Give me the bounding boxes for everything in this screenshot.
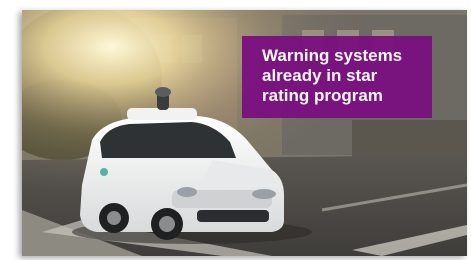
caption-line-1: Warning systems (262, 46, 403, 65)
caption-box: Warning systems already in star rating p… (242, 36, 432, 118)
caption-line-2: already in star (262, 66, 378, 85)
caption-line-3: rating program (262, 86, 383, 105)
image-frame: Warning systems already in star rating p… (22, 10, 467, 256)
